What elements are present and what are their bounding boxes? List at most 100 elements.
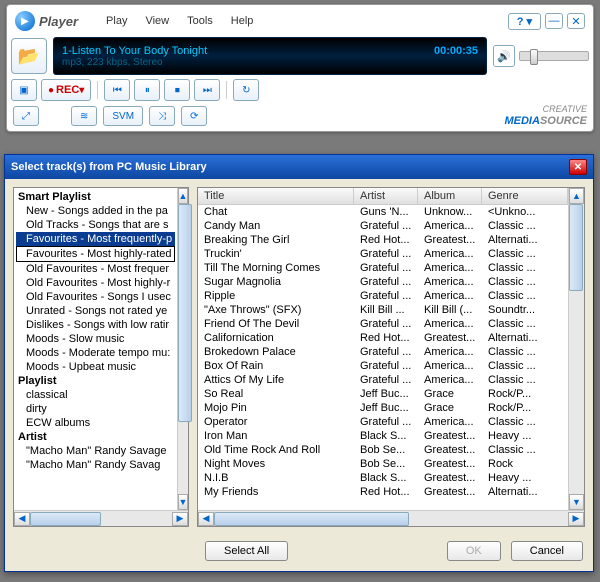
table-row[interactable]: Night MovesBob Se...Greatest...Rock bbox=[198, 457, 568, 471]
list-item[interactable]: Moods - Moderate tempo mu: bbox=[16, 346, 175, 360]
pause-button[interactable]: ⏸ bbox=[134, 79, 160, 101]
table-row[interactable]: Old Time Rock And RollBob Se...Greatest.… bbox=[198, 443, 568, 457]
cell-album: America... bbox=[418, 373, 482, 387]
list-item[interactable]: Moods - Upbeat music bbox=[16, 360, 175, 374]
stop-button[interactable]: ⏹ bbox=[164, 79, 190, 101]
speaker-icon[interactable]: 🔊 bbox=[493, 45, 515, 67]
table-row[interactable]: So RealJeff Buc...GraceRock/P... bbox=[198, 387, 568, 401]
list-item[interactable]: New - Songs added in the pa bbox=[16, 204, 175, 218]
scroll-left-icon[interactable]: ◀ bbox=[198, 512, 214, 526]
cell-album: Greatest... bbox=[418, 471, 482, 485]
hscroll-track[interactable] bbox=[214, 512, 568, 526]
scroll-up-icon[interactable]: ▲ bbox=[569, 188, 584, 204]
list-item[interactable]: ECW albums bbox=[16, 416, 175, 430]
cell-title: Californication bbox=[198, 331, 354, 345]
list-item[interactable]: Old Favourites - Most frequer bbox=[16, 262, 175, 276]
ok-button[interactable]: OK bbox=[447, 541, 501, 561]
table-row[interactable]: Breaking The GirlRed Hot...Greatest...Al… bbox=[198, 233, 568, 247]
menu-help[interactable]: Help bbox=[231, 15, 254, 27]
list-item[interactable]: Moods - Slow music bbox=[16, 332, 175, 346]
record-button[interactable]: REC ▾ bbox=[41, 79, 91, 101]
minimize-button[interactable]: — bbox=[545, 13, 563, 29]
scroll-up-icon[interactable]: ▲ bbox=[178, 188, 189, 204]
menu-play[interactable]: Play bbox=[106, 15, 127, 27]
dialog-close-button[interactable]: ✕ bbox=[569, 159, 587, 175]
list-item[interactable]: "Macho Man" Randy Savage bbox=[16, 444, 175, 458]
vscroll-thumb[interactable] bbox=[569, 204, 583, 291]
loop-button[interactable]: ⟳ bbox=[181, 106, 207, 126]
table-row[interactable]: ChatGuns 'N...Unknow...<Unkno... bbox=[198, 205, 568, 219]
cell-genre: Classic ... bbox=[482, 415, 568, 429]
brand-bottom: MEDIASOURCE bbox=[504, 114, 587, 127]
table-row[interactable]: Sugar MagnoliaGrateful ...America...Clas… bbox=[198, 275, 568, 289]
list-item[interactable]: Unrated - Songs not rated ye bbox=[16, 304, 175, 318]
list-item[interactable]: Dislikes - Songs with low ratir bbox=[16, 318, 175, 332]
next-button[interactable]: ⏭ bbox=[194, 79, 220, 101]
list-item[interactable]: Old Favourites - Songs I usec bbox=[16, 290, 175, 304]
folder-icon: 📂 bbox=[18, 46, 40, 67]
list-item[interactable]: classical bbox=[16, 388, 175, 402]
table-row[interactable]: "Axe Throws" (SFX)Kill Bill ...Kill Bill… bbox=[198, 303, 568, 317]
vscroll-track[interactable] bbox=[569, 204, 584, 494]
scroll-right-icon[interactable]: ▶ bbox=[172, 512, 188, 526]
table-row[interactable]: OperatorGrateful ...America...Classic ..… bbox=[198, 415, 568, 429]
table-row[interactable]: Till The Morning ComesGrateful ...Americ… bbox=[198, 261, 568, 275]
table-row[interactable]: Iron ManBlack S...Greatest...Heavy ... bbox=[198, 429, 568, 443]
scroll-left-icon[interactable]: ◀ bbox=[14, 512, 30, 526]
table-row[interactable]: Truckin'Grateful ...America...Classic ..… bbox=[198, 247, 568, 261]
hscroll[interactable]: ◀ ▶ bbox=[14, 510, 188, 526]
vscroll[interactable]: ▲ ▼ bbox=[568, 188, 584, 510]
table-row[interactable]: N.I.BBlack S...Greatest...Heavy ... bbox=[198, 471, 568, 485]
table-row[interactable]: My FriendsRed Hot...Greatest...Alternati… bbox=[198, 485, 568, 499]
hscroll-track[interactable] bbox=[30, 512, 172, 526]
table-row[interactable]: Candy ManGrateful ...America...Classic .… bbox=[198, 219, 568, 233]
table-row[interactable]: Attics Of My LifeGrateful ...America...C… bbox=[198, 373, 568, 387]
cell-title: Friend Of The Devil bbox=[198, 317, 354, 331]
prev-button[interactable]: ⏮ bbox=[104, 79, 130, 101]
table-row[interactable]: CalifornicationRed Hot...Greatest...Alte… bbox=[198, 331, 568, 345]
play-logo-icon: ▶ bbox=[15, 11, 35, 31]
vscroll-thumb[interactable] bbox=[178, 204, 192, 422]
list-item[interactable]: Old Tracks - Songs that are s bbox=[16, 218, 175, 232]
help-button[interactable]: ? ▾ bbox=[508, 13, 541, 30]
scroll-down-icon[interactable]: ▼ bbox=[569, 494, 584, 510]
select-all-button[interactable]: Select All bbox=[205, 541, 288, 561]
menu-tools[interactable]: Tools bbox=[187, 15, 213, 27]
table-row[interactable]: Mojo PinJeff Buc...GraceRock/P... bbox=[198, 401, 568, 415]
expand-button[interactable]: ⤢ bbox=[13, 106, 39, 126]
hscroll-thumb[interactable] bbox=[214, 512, 409, 526]
vscroll-track[interactable] bbox=[178, 204, 189, 494]
cell-album: Greatest... bbox=[418, 457, 482, 471]
table-row[interactable]: Friend Of The DevilGrateful ...America..… bbox=[198, 317, 568, 331]
col-album[interactable]: Album bbox=[418, 188, 482, 204]
list-item[interactable]: Favourites - Most frequently-p bbox=[16, 232, 175, 246]
shuffle-button[interactable]: ⤨ bbox=[149, 106, 175, 126]
eq-button[interactable]: ≋ bbox=[71, 106, 97, 126]
hscroll[interactable]: ◀ ▶ bbox=[198, 510, 584, 526]
mode-button[interactable]: ▣ bbox=[11, 79, 37, 101]
list-item[interactable]: Favourites - Most highly-rated bbox=[16, 246, 175, 262]
volume-thumb[interactable] bbox=[530, 49, 538, 65]
table-row[interactable]: Brokedown PalaceGrateful ...America...Cl… bbox=[198, 345, 568, 359]
open-file-button[interactable]: 📂 bbox=[11, 38, 47, 74]
close-button[interactable]: ✕ bbox=[567, 13, 585, 29]
list-item[interactable]: "Macho Man" Randy Savag bbox=[16, 458, 175, 472]
svm-button[interactable]: SVM bbox=[103, 106, 143, 126]
col-artist[interactable]: Artist bbox=[354, 188, 418, 204]
list-item[interactable]: Old Favourites - Most highly-r bbox=[16, 276, 175, 290]
list-item[interactable]: dirty bbox=[16, 402, 175, 416]
table-row[interactable]: RippleGrateful ...America...Classic ... bbox=[198, 289, 568, 303]
hscroll-thumb[interactable] bbox=[30, 512, 101, 526]
dialog-buttons: Select All OK Cancel bbox=[5, 535, 593, 571]
vscroll[interactable]: ▲ ▼ bbox=[177, 188, 189, 510]
table-row[interactable]: Box Of RainGrateful ...America...Classic… bbox=[198, 359, 568, 373]
menu-view[interactable]: View bbox=[145, 15, 169, 27]
volume-slider[interactable] bbox=[519, 51, 589, 61]
cancel-button[interactable]: Cancel bbox=[511, 541, 583, 561]
section-header: Playlist bbox=[16, 374, 175, 388]
repeat-button[interactable]: ↻ bbox=[233, 79, 259, 101]
col-title[interactable]: Title bbox=[198, 188, 354, 204]
scroll-right-icon[interactable]: ▶ bbox=[568, 512, 584, 526]
col-genre[interactable]: Genre bbox=[482, 188, 568, 204]
scroll-down-icon[interactable]: ▼ bbox=[178, 494, 189, 510]
